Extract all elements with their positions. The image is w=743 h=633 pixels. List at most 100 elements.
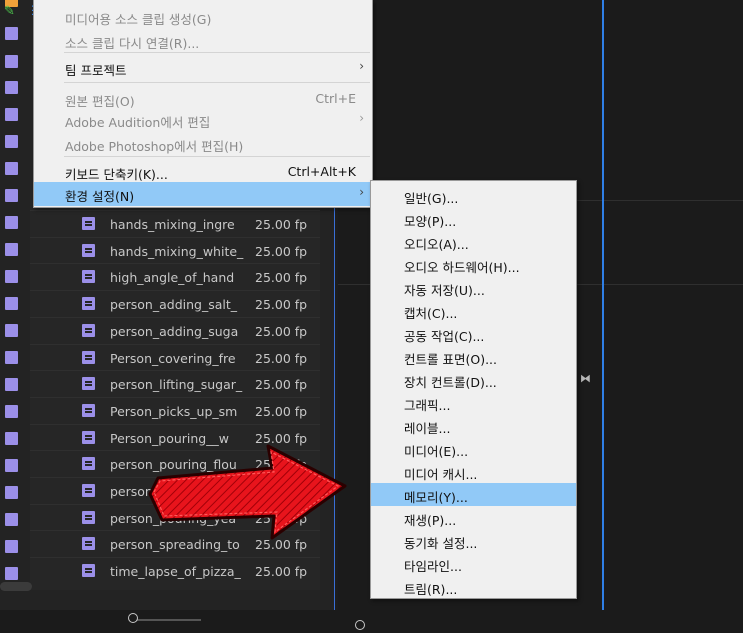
label-swatch[interactable] <box>5 270 18 283</box>
submenu-item[interactable]: 미디어 캐시... <box>371 460 576 483</box>
zoom-slider-track[interactable] <box>129 619 201 621</box>
project-toolbar <box>0 610 743 633</box>
menu-shortcut: Ctrl+E <box>315 91 356 106</box>
label-swatch[interactable] <box>5 459 18 472</box>
submenu-item-label: 메모리(Y)... <box>404 490 468 505</box>
submenu-item[interactable]: 그래픽... <box>371 391 576 414</box>
label-swatch[interactable] <box>5 81 18 94</box>
submenu-item[interactable]: 캡처(C)... <box>371 299 576 322</box>
menu-item[interactable]: 팀 프로젝트 › <box>34 56 372 80</box>
clip-name: person_adding_suga <box>110 323 239 339</box>
submenu-item[interactable]: 일반(G)... <box>371 184 576 207</box>
submenu-item[interactable]: 타임라인... <box>371 552 576 575</box>
label-swatch[interactable] <box>5 432 18 445</box>
label-swatch[interactable] <box>5 135 18 148</box>
submenu-item[interactable]: 미디어(E)... <box>371 437 576 460</box>
submenu-item[interactable]: 자동 저장(U)... <box>371 276 576 299</box>
submenu-item-label: 자동 저장(U)... <box>404 283 485 298</box>
submenu-arrow-icon: › <box>359 111 364 125</box>
submenu-item[interactable]: 장치 컨트롤(D)... <box>371 368 576 391</box>
submenu-item-label: 오디오 하드웨어(H)... <box>404 260 520 275</box>
clip-name: time_lapse_of_pizza_ <box>110 564 241 580</box>
menu-separator <box>64 52 370 53</box>
label-swatch[interactable] <box>5 378 18 391</box>
clip-name: hands_mixing_ingre <box>110 217 235 232</box>
menu-item[interactable]: Adobe Audition에서 편집 › <box>34 108 372 132</box>
label-swatch[interactable] <box>5 216 18 229</box>
label-swatch[interactable] <box>5 55 18 68</box>
table-row[interactable]: person_adding_salt_ 25.00 fps <box>30 290 320 317</box>
sequence-clip-icon <box>82 564 95 578</box>
submenu-item[interactable]: 오디오 하드웨어(H)... <box>371 253 576 276</box>
timeline-zoom-knob[interactable] <box>355 620 365 630</box>
label-swatch[interactable] <box>5 513 18 526</box>
submenu-item[interactable]: 메모리(Y)... <box>371 483 576 506</box>
table-row[interactable]: person_adding_suga 25.00 fps <box>30 316 320 344</box>
sequence-clip-icon <box>82 350 95 364</box>
label-swatch[interactable] <box>5 108 18 121</box>
label-swatch[interactable] <box>5 324 18 337</box>
menu-item-label: 환경 설정(N) <box>65 189 135 204</box>
red-arrow-annotation <box>148 444 347 540</box>
submenu-item-label: 일반(G)... <box>404 191 459 206</box>
menu-item[interactable]: Adobe Photoshop에서 편집(H) <box>34 132 372 156</box>
pencil-icon[interactable]: ✎ <box>4 4 15 19</box>
label-swatch[interactable] <box>5 162 18 175</box>
label-swatch[interactable] <box>5 486 18 499</box>
menu-item[interactable]: 미디어용 소스 클립 생성(G) <box>34 5 372 29</box>
sequence-clip-icon <box>82 270 95 284</box>
menu-item-label: 미디어용 소스 클립 생성(G) <box>65 12 212 27</box>
label-swatch[interactable] <box>5 243 18 256</box>
submenu-item[interactable]: 오디오(A)... <box>371 230 576 253</box>
label-swatch[interactable] <box>5 27 18 40</box>
sequence-clip-icon <box>82 297 95 311</box>
arrow-shape <box>148 444 347 540</box>
submenu-item[interactable]: 컨트롤 표면(O)... <box>371 345 576 368</box>
sequence-clip-icon <box>82 323 95 337</box>
sequence-clip-icon <box>82 510 95 524</box>
table-row[interactable]: hands_mixing_white_ 25.00 fps <box>30 236 320 264</box>
submenu-item[interactable]: 동기화 설정... <box>371 529 576 552</box>
clip-frame-rate: 25.00 fps <box>255 297 307 313</box>
table-row[interactable]: person_lifting_sugar_ 25.00 fps <box>30 370 320 397</box>
submenu-item[interactable]: 공동 작업(C)... <box>371 322 576 345</box>
menu-item[interactable]: 소스 클립 다시 연결(R)... <box>34 29 372 53</box>
bowtie-icon: ⧓ <box>580 372 591 385</box>
preferences-submenu: 일반(G)... 모양(P)... 오디오(A)... 오디오 하드웨어(H)... 자… <box>370 180 577 599</box>
submenu-item[interactable]: 재생(P)... <box>371 506 576 529</box>
label-swatch[interactable] <box>5 297 18 310</box>
submenu-arrow-icon: › <box>359 59 364 73</box>
table-row[interactable]: high_angle_of_hand 25.00 fps <box>30 263 320 290</box>
clip-frame-rate: 25.00 fps <box>255 377 307 393</box>
label-swatch[interactable] <box>5 351 18 364</box>
table-row[interactable]: Person_covering_fre 25.00 fps <box>30 343 320 371</box>
submenu-item-label: 그래픽... <box>404 398 451 413</box>
table-row[interactable]: Person_picks_up_sm 25.00 fps <box>30 396 320 424</box>
label-swatch[interactable] <box>5 567 18 580</box>
playhead-line[interactable] <box>602 0 604 618</box>
horizontal-scrollbar[interactable] <box>0 582 32 591</box>
sequence-clip-icon <box>82 430 95 444</box>
submenu-item[interactable]: 트림(R)... <box>371 575 576 598</box>
context-menu: 미디어용 소스 클립 생성(G) 소스 클립 다시 연결(R)... 팀 프로젝트 ›… <box>33 0 373 208</box>
sequence-clip-icon <box>82 537 95 551</box>
clip-name: person_lifting_sugar_ <box>110 377 243 393</box>
zoom-slider-knob[interactable] <box>128 613 138 623</box>
clip-frame-rate: 25.00 fps <box>255 217 307 232</box>
label-swatch[interactable] <box>5 189 18 202</box>
clip-name: high_angle_of_hand <box>110 270 235 286</box>
sequence-clip-icon <box>82 377 95 391</box>
submenu-item-label: 레이블... <box>404 421 451 436</box>
sequence-clip-icon <box>82 484 95 497</box>
table-row[interactable]: time_lapse_of_pizza_ 25.00 fps <box>30 557 320 584</box>
menu-item[interactable]: 키보드 단축키(K)... Ctrl+Alt+K <box>34 160 372 184</box>
label-swatch[interactable] <box>5 540 18 553</box>
submenu-item[interactable]: 모양(P)... <box>371 207 576 230</box>
clip-frame-rate: 25.00 fps <box>255 323 307 339</box>
menu-item-label: Adobe Audition에서 편집 <box>65 115 211 130</box>
sequence-clip-icon <box>82 243 95 257</box>
table-row[interactable]: hands_mixing_ingre 25.00 fps <box>30 210 320 237</box>
label-swatch[interactable] <box>5 405 18 418</box>
menu-item[interactable]: 환경 설정(N) › <box>34 182 372 206</box>
submenu-item[interactable]: 레이블... <box>371 414 576 437</box>
